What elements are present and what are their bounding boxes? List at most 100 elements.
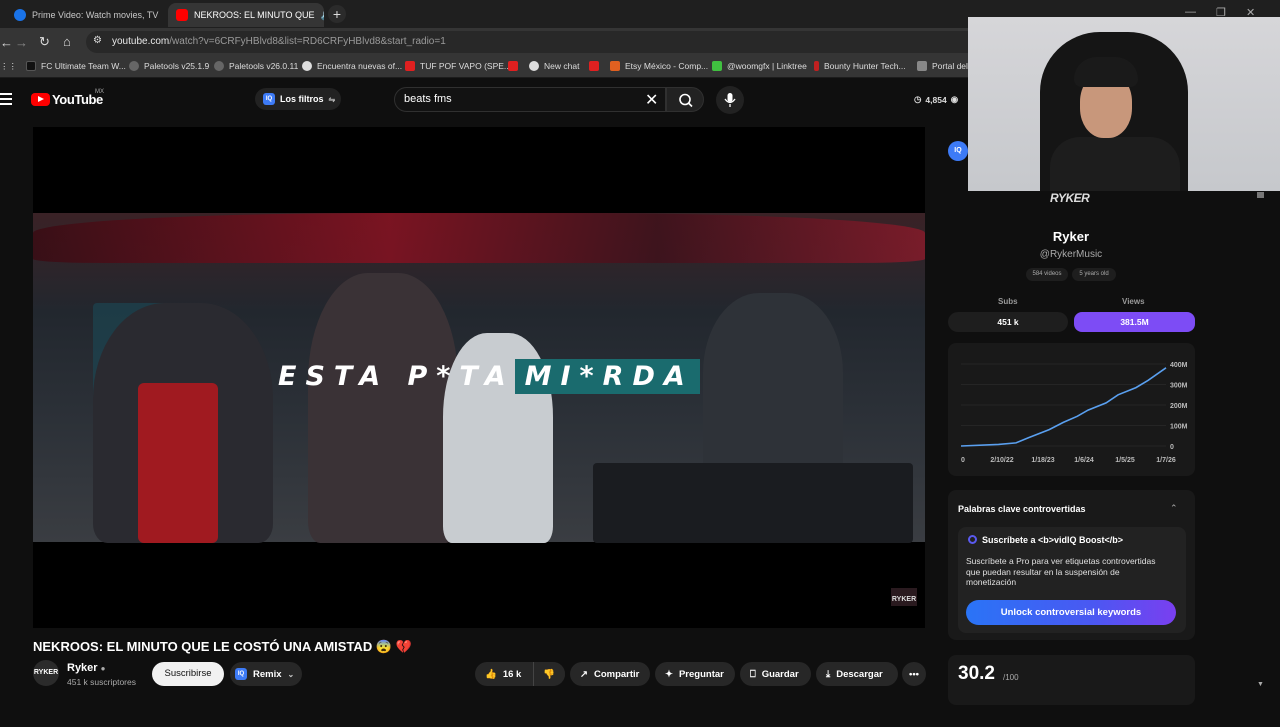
video-player[interactable]: ESTA P*TA MI*RDA RYKER: [33, 127, 925, 628]
bookmark-item[interactable]: New chat: [529, 61, 579, 71]
subs-label: Subs: [998, 297, 1018, 306]
chart-x-tick: 1/5/25: [1115, 457, 1135, 464]
keywords-description: Suscríbete a Pro para ver etiquetas cont…: [966, 556, 1156, 587]
remix-button[interactable]: IQ Remix ⌄: [230, 662, 302, 686]
search-value[interactable]: beats fms: [404, 93, 452, 105]
scrollbar-thumb[interactable]: [1257, 192, 1264, 198]
dislike-button[interactable]: 👎: [533, 662, 565, 686]
person-body: [1050, 137, 1180, 191]
bounty-icon: [814, 61, 819, 71]
bookmark-item[interactable]: Etsy México - Comp...: [610, 61, 708, 71]
search-button[interactable]: [666, 87, 704, 112]
youtube-icon: [508, 61, 518, 71]
bookmark-label: Etsy México - Comp...: [625, 61, 709, 71]
bookmark-label: New chat: [544, 61, 580, 71]
download-icon: ⤓: [826, 668, 831, 680]
chart-x-tick: 1/6/24: [1074, 457, 1094, 464]
new-tab-button[interactable]: +: [328, 5, 346, 23]
stage-lights: [33, 213, 925, 263]
channel-avatar[interactable]: RYKER: [33, 660, 59, 686]
tab-title: Prime Video: Watch movies, TV: [32, 10, 159, 20]
more-actions-button[interactable]: •••: [902, 662, 926, 686]
verified-icon: ●: [100, 664, 106, 673]
save-label: Guardar: [761, 668, 799, 680]
download-button[interactable]: ⤓ Descargar: [816, 662, 898, 686]
caption-highlight: MI*RDA: [514, 359, 700, 394]
chevron-up-icon[interactable]: ⌃: [1170, 503, 1178, 514]
chart-x-tick: 2/10/22: [990, 457, 1013, 464]
info-icon: [302, 61, 312, 71]
linktree-icon: [712, 61, 722, 71]
views-tab[interactable]: 381.5M: [1074, 312, 1195, 332]
youtube-logo-icon[interactable]: [31, 93, 50, 106]
bookmark-item[interactable]: Paletools v26.0.11: [214, 61, 298, 71]
tab-nekroos[interactable]: NEKROOS: EL MINUTO QUE 🔊 ✕: [168, 3, 324, 27]
chart-series-line: [960, 367, 1167, 447]
reload-icon[interactable]: ↻: [39, 34, 50, 50]
chart-y-tick: 0: [1170, 444, 1174, 451]
back-icon[interactable]: ←: [0, 35, 13, 50]
speaker-icon[interactable]: 🔊: [321, 10, 324, 21]
score-value: 30.2: [958, 663, 995, 684]
youtube-icon: [589, 61, 599, 71]
save-button[interactable]: ⎕ Guardar: [740, 662, 811, 686]
channel-watermark[interactable]: RYKER: [891, 588, 917, 606]
more-icon: •••: [909, 668, 919, 680]
etsy-icon: [610, 61, 620, 71]
subscriber-count: 451 k suscriptores: [67, 677, 136, 687]
bookmark-label: TUF POF VAPO (SPE...: [420, 61, 511, 71]
ask-button[interactable]: ✦ Preguntar: [655, 662, 735, 686]
dj-table: [593, 463, 913, 543]
globe-icon: [214, 61, 224, 71]
subs-tab[interactable]: 451 k: [948, 312, 1068, 332]
age-pill: 5 years old: [1072, 268, 1116, 281]
site-info-icon[interactable]: ⚙: [93, 35, 102, 46]
filters-label: Los filtros: [280, 94, 324, 104]
videos-pill: 584 videos: [1026, 268, 1068, 281]
caption-part: ESTA P*TA: [278, 361, 515, 392]
sparkle-icon: ✦: [665, 668, 673, 680]
chat-icon: [529, 61, 539, 71]
views-label: Views: [1122, 297, 1145, 306]
share-button[interactable]: ↗ Compartir: [570, 662, 650, 686]
vidiq-counter[interactable]: ◷ 4,854 ◉: [914, 94, 958, 105]
bookmark-item[interactable]: FC Ultimate Team W...: [26, 61, 126, 71]
bookmark-item[interactable]: Paletools v25.1.9: [129, 61, 209, 71]
channel-logo: RYKER: [1050, 191, 1090, 205]
vidiq-icon: IQ: [263, 93, 275, 105]
apps-icon[interactable]: ⋮⋮: [0, 61, 17, 72]
scroll-down-icon[interactable]: ▼: [1257, 681, 1264, 688]
home-icon[interactable]: ⌂: [63, 34, 71, 49]
country-code: MX: [95, 89, 104, 95]
vidiq-boost-icon: [968, 535, 977, 544]
bookmark-item[interactable]: [589, 61, 599, 71]
vidiq-badge-icon[interactable]: IQ: [948, 141, 968, 161]
subscribe-button[interactable]: Suscribirse: [152, 662, 224, 686]
bookmark-item[interactable]: TUF POF VAPO (SPE...: [405, 61, 511, 71]
channel-name-text: Ryker: [67, 662, 98, 674]
like-count: 16 k: [502, 668, 522, 680]
voice-search-button[interactable]: [716, 86, 744, 114]
unlock-keywords-button[interactable]: Unlock controversial keywords: [966, 600, 1176, 625]
filters-button[interactable]: IQ Los filtros ⇋: [255, 88, 341, 110]
keywords-title[interactable]: Palabras clave controvertidas: [958, 504, 1086, 514]
menu-icon[interactable]: [0, 93, 14, 108]
bookmark-item[interactable]: [508, 61, 518, 71]
clear-search-icon[interactable]: ✕: [645, 90, 658, 110]
views-chart: 0 100M 200M 300M 400M 0 2/10/22 1/18/23 1/6/24 1/…: [960, 362, 1188, 464]
bookmark-item[interactable]: Encuentra nuevas of...: [302, 61, 402, 71]
microphone-icon: [724, 93, 736, 107]
tab-prime-video[interactable]: Prime Video: Watch movies, TV ✕: [6, 3, 164, 27]
youtube-icon: [405, 61, 415, 71]
bookmark-icon: [26, 61, 36, 71]
forward-icon[interactable]: →: [15, 35, 28, 50]
chart-y-tick: 300M: [1170, 383, 1188, 390]
bookmark-item[interactable]: Bounty Hunter Tech...: [814, 61, 906, 71]
bookmark-item[interactable]: @woomgfx | Linktree: [712, 61, 807, 71]
url-text[interactable]: youtube.com/watch?v=6CRFyHBlvd8&list=RD6…: [112, 36, 446, 47]
bookmark-label: @woomgfx | Linktree: [727, 61, 807, 71]
scarf-figure: [138, 383, 218, 543]
share-icon: ↗: [580, 668, 588, 680]
bookmark-label: Bounty Hunter Tech...: [824, 61, 906, 71]
channel-name[interactable]: Ryker ●: [67, 662, 105, 674]
